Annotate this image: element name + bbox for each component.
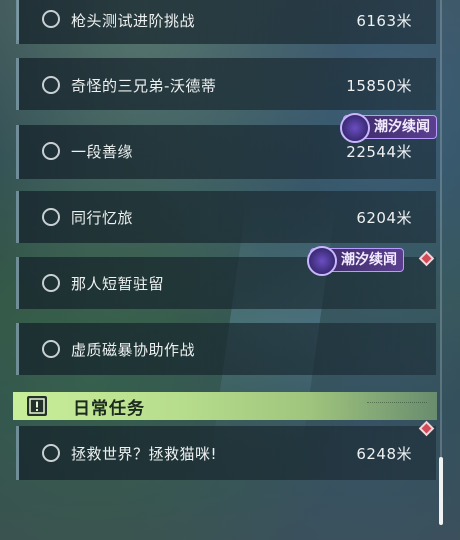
tidal-story-icon xyxy=(307,246,337,276)
scrollbar-thumb[interactable] xyxy=(439,457,443,525)
quest-distance: 6163米 xyxy=(356,12,412,30)
quest-item[interactable]: 枪头测试进阶挑战 6163米 xyxy=(16,0,436,44)
quest-item[interactable]: 奇怪的三兄弟-沃德蒂 15850米 xyxy=(16,58,436,110)
quest-name: 奇怪的三兄弟-沃德蒂 xyxy=(71,77,217,95)
quest-status-circle-icon xyxy=(42,274,60,292)
exclamation-icon xyxy=(27,396,47,416)
quest-name: 那人短暂驻留 xyxy=(71,275,165,293)
quest-distance: 6248米 xyxy=(356,445,412,463)
quest-distance: 15850米 xyxy=(346,77,412,95)
quest-status-circle-icon xyxy=(42,340,60,358)
tidal-story-icon xyxy=(340,113,370,143)
quest-distance: 6204米 xyxy=(356,209,412,227)
quest-distance: 22544米 xyxy=(346,143,412,161)
section-title: 日常任务 xyxy=(73,399,145,419)
quest-item[interactable]: 虚质磁暴协助作战 xyxy=(16,323,436,375)
quest-name: 同行忆旅 xyxy=(71,209,134,227)
tidal-story-tag: 潮汐续闻 xyxy=(307,246,404,276)
tidal-story-tag: 潮汐续闻 xyxy=(340,113,437,143)
quest-name: 一段善缘 xyxy=(71,143,134,161)
daily-quests-header[interactable]: 日常任务 xyxy=(13,392,437,420)
tag-label: 潮汐续闻 xyxy=(341,252,397,268)
quest-name: 虚质磁暴协助作战 xyxy=(71,341,196,359)
scrollbar-track[interactable] xyxy=(440,0,442,525)
quest-status-circle-icon xyxy=(42,142,60,160)
quest-status-circle-icon xyxy=(42,76,60,94)
quest-status-circle-icon xyxy=(42,208,60,226)
quest-name: 拯救世界？拯救猫咪! xyxy=(71,445,218,463)
quest-name: 枪头测试进阶挑战 xyxy=(71,12,196,30)
header-decoration xyxy=(367,402,427,408)
tag-label: 潮汐续闻 xyxy=(374,119,430,135)
quest-status-circle-icon xyxy=(42,10,60,28)
quest-status-circle-icon xyxy=(42,444,60,462)
daily-quest-item[interactable]: 拯救世界？拯救猫咪! 6248米 xyxy=(16,426,436,480)
quest-item[interactable]: 同行忆旅 6204米 xyxy=(16,191,436,243)
